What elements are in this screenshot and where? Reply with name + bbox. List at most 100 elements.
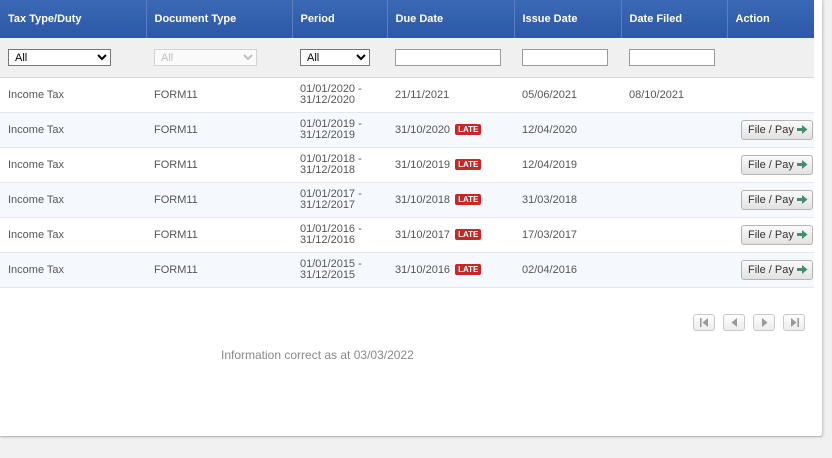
- file-pay-label: File / Pay: [748, 264, 794, 276]
- file-pay-label: File / Pay: [748, 124, 794, 136]
- tax-type-cell: Income Tax: [0, 252, 146, 288]
- table-row: Income Tax FORM11 01/01/2019 -31/12/2019 31…: [0, 112, 814, 148]
- period-cell: 01/01/2018 -31/12/2018: [292, 147, 387, 183]
- tax-type-cell: Income Tax: [0, 112, 146, 148]
- file-pay-button[interactable]: File / Pay: [741, 155, 813, 175]
- table-row: Income Tax FORM11 01/01/2020 -31/12/2020 21…: [0, 77, 814, 113]
- header-date-filed[interactable]: Date Filed: [621, 0, 728, 38]
- late-badge: LATE: [455, 229, 482, 240]
- header-action: Action: [727, 0, 814, 38]
- late-badge: LATE: [455, 264, 482, 275]
- date-filed-cell: [621, 147, 727, 183]
- table-row: Income Tax FORM11 01/01/2018 -31/12/2018 31…: [0, 147, 814, 183]
- file-pay-label: File / Pay: [748, 229, 794, 241]
- date-filed-cell: 08/10/2021: [621, 77, 727, 113]
- period-filter[interactable]: All: [300, 49, 370, 66]
- header-issue-date[interactable]: Issue Date: [514, 0, 622, 38]
- period-cell: 01/01/2016 -31/12/2016: [292, 217, 387, 253]
- action-cell: File / Pay: [727, 182, 814, 218]
- due-date-cell: 31/10/2020 LATE: [387, 112, 514, 148]
- issue-date-cell: 17/03/2017: [514, 217, 621, 253]
- action-cell: File / Pay: [727, 112, 814, 148]
- filter-cell: All: [0, 38, 146, 78]
- date-filed-filter[interactable]: [629, 49, 715, 66]
- previous-page-button[interactable]: [723, 314, 745, 331]
- due-date: 31/10/2020: [395, 124, 451, 136]
- arrow-right-icon: [796, 125, 808, 134]
- document-type-cell: FORM11: [146, 112, 292, 148]
- table-row: Income Tax FORM11 01/01/2016 -31/12/2016 31…: [0, 217, 814, 253]
- document-type-cell: FORM11: [146, 252, 292, 288]
- due-date-filter[interactable]: [395, 49, 501, 66]
- action-cell: File / Pay: [727, 147, 814, 183]
- table-row: Income Tax FORM11 01/01/2015 -31/12/2015 31…: [0, 252, 814, 288]
- due-date: 31/10/2016: [395, 264, 451, 276]
- returns-table: Tax Type/Duty Document Type Period Due D…: [0, 0, 814, 288]
- due-date-cell: 31/10/2016 LATE: [387, 252, 514, 288]
- header-due-date[interactable]: Due Date: [387, 0, 515, 38]
- arrow-right-icon: [796, 265, 808, 274]
- file-pay-label: File / Pay: [748, 159, 794, 171]
- tax-type-cell: Income Tax: [0, 77, 146, 113]
- due-date: 31/10/2018: [395, 194, 451, 206]
- tax-type-filter[interactable]: All: [8, 49, 111, 66]
- late-badge: LATE: [455, 194, 482, 205]
- card: Tax Type/Duty Document Type Period Due D…: [0, 0, 823, 437]
- filter-cell: [727, 38, 814, 78]
- tax-type-cell: Income Tax: [0, 147, 146, 183]
- issue-date-cell: 02/04/2016: [514, 252, 621, 288]
- due-date: 31/10/2017: [395, 229, 451, 241]
- filter-cell: [387, 38, 514, 78]
- next-page-button[interactable]: [753, 314, 775, 331]
- header-period[interactable]: Period: [292, 0, 388, 38]
- due-date-cell: 31/10/2017 LATE: [387, 217, 514, 253]
- due-date: 21/11/2021: [395, 89, 450, 101]
- action-cell: File / Pay: [727, 252, 814, 288]
- arrow-right-icon: [796, 195, 808, 204]
- date-filed-cell: [621, 112, 727, 148]
- file-pay-button[interactable]: File / Pay: [741, 225, 813, 245]
- first-page-icon: [700, 318, 708, 327]
- document-type-filter: All: [154, 49, 257, 66]
- header-document-type[interactable]: Document Type: [146, 0, 293, 38]
- issue-date-cell: 12/04/2019: [514, 147, 621, 183]
- document-type-cell: FORM11: [146, 182, 292, 218]
- document-type-cell: FORM11: [146, 77, 292, 113]
- arrow-right-icon: [796, 230, 808, 239]
- period-cell: 01/01/2015 -31/12/2015: [292, 252, 387, 288]
- period-end: 31/12/2017: [300, 199, 356, 211]
- tax-type-cell: Income Tax: [0, 217, 146, 253]
- period-cell: 01/01/2017 -31/12/2017: [292, 182, 387, 218]
- file-pay-button[interactable]: File / Pay: [741, 120, 813, 140]
- date-filed-cell: [621, 252, 727, 288]
- due-date: 31/10/2019: [395, 159, 451, 171]
- header-row: Tax Type/Duty Document Type Period Due D…: [0, 0, 814, 38]
- document-type-cell: FORM11: [146, 147, 292, 183]
- period-end: 31/12/2018: [300, 164, 356, 176]
- table-row: Income Tax FORM11 01/01/2017 -31/12/2017 31…: [0, 182, 814, 218]
- first-page-button[interactable]: [693, 314, 715, 331]
- last-page-button[interactable]: [783, 314, 805, 331]
- action-cell: [727, 77, 814, 113]
- period-end: 31/12/2020: [300, 94, 356, 106]
- due-date-cell: 21/11/2021: [387, 77, 514, 113]
- period-end: 31/12/2015: [300, 269, 356, 281]
- header-tax-type[interactable]: Tax Type/Duty: [0, 0, 147, 38]
- file-pay-label: File / Pay: [748, 194, 794, 206]
- file-pay-button[interactable]: File / Pay: [741, 260, 813, 280]
- file-pay-button[interactable]: File / Pay: [741, 190, 813, 210]
- arrow-right-icon: [796, 160, 808, 169]
- filter-row: All All All: [0, 38, 814, 78]
- issue-date-filter[interactable]: [522, 49, 608, 66]
- last-page-icon: [791, 318, 799, 327]
- issue-date-cell: 31/03/2018: [514, 182, 621, 218]
- filter-cell: All: [146, 38, 292, 78]
- due-date-cell: 31/10/2019 LATE: [387, 147, 514, 183]
- due-date-cell: 31/10/2018 LATE: [387, 182, 514, 218]
- period-end: 31/12/2019: [300, 129, 356, 141]
- filter-cell: All: [292, 38, 387, 78]
- issue-date-cell: 12/04/2020: [514, 112, 621, 148]
- document-type-cell: FORM11: [146, 217, 292, 253]
- date-filed-cell: [621, 182, 727, 218]
- period-cell: 01/01/2019 -31/12/2019: [292, 112, 387, 148]
